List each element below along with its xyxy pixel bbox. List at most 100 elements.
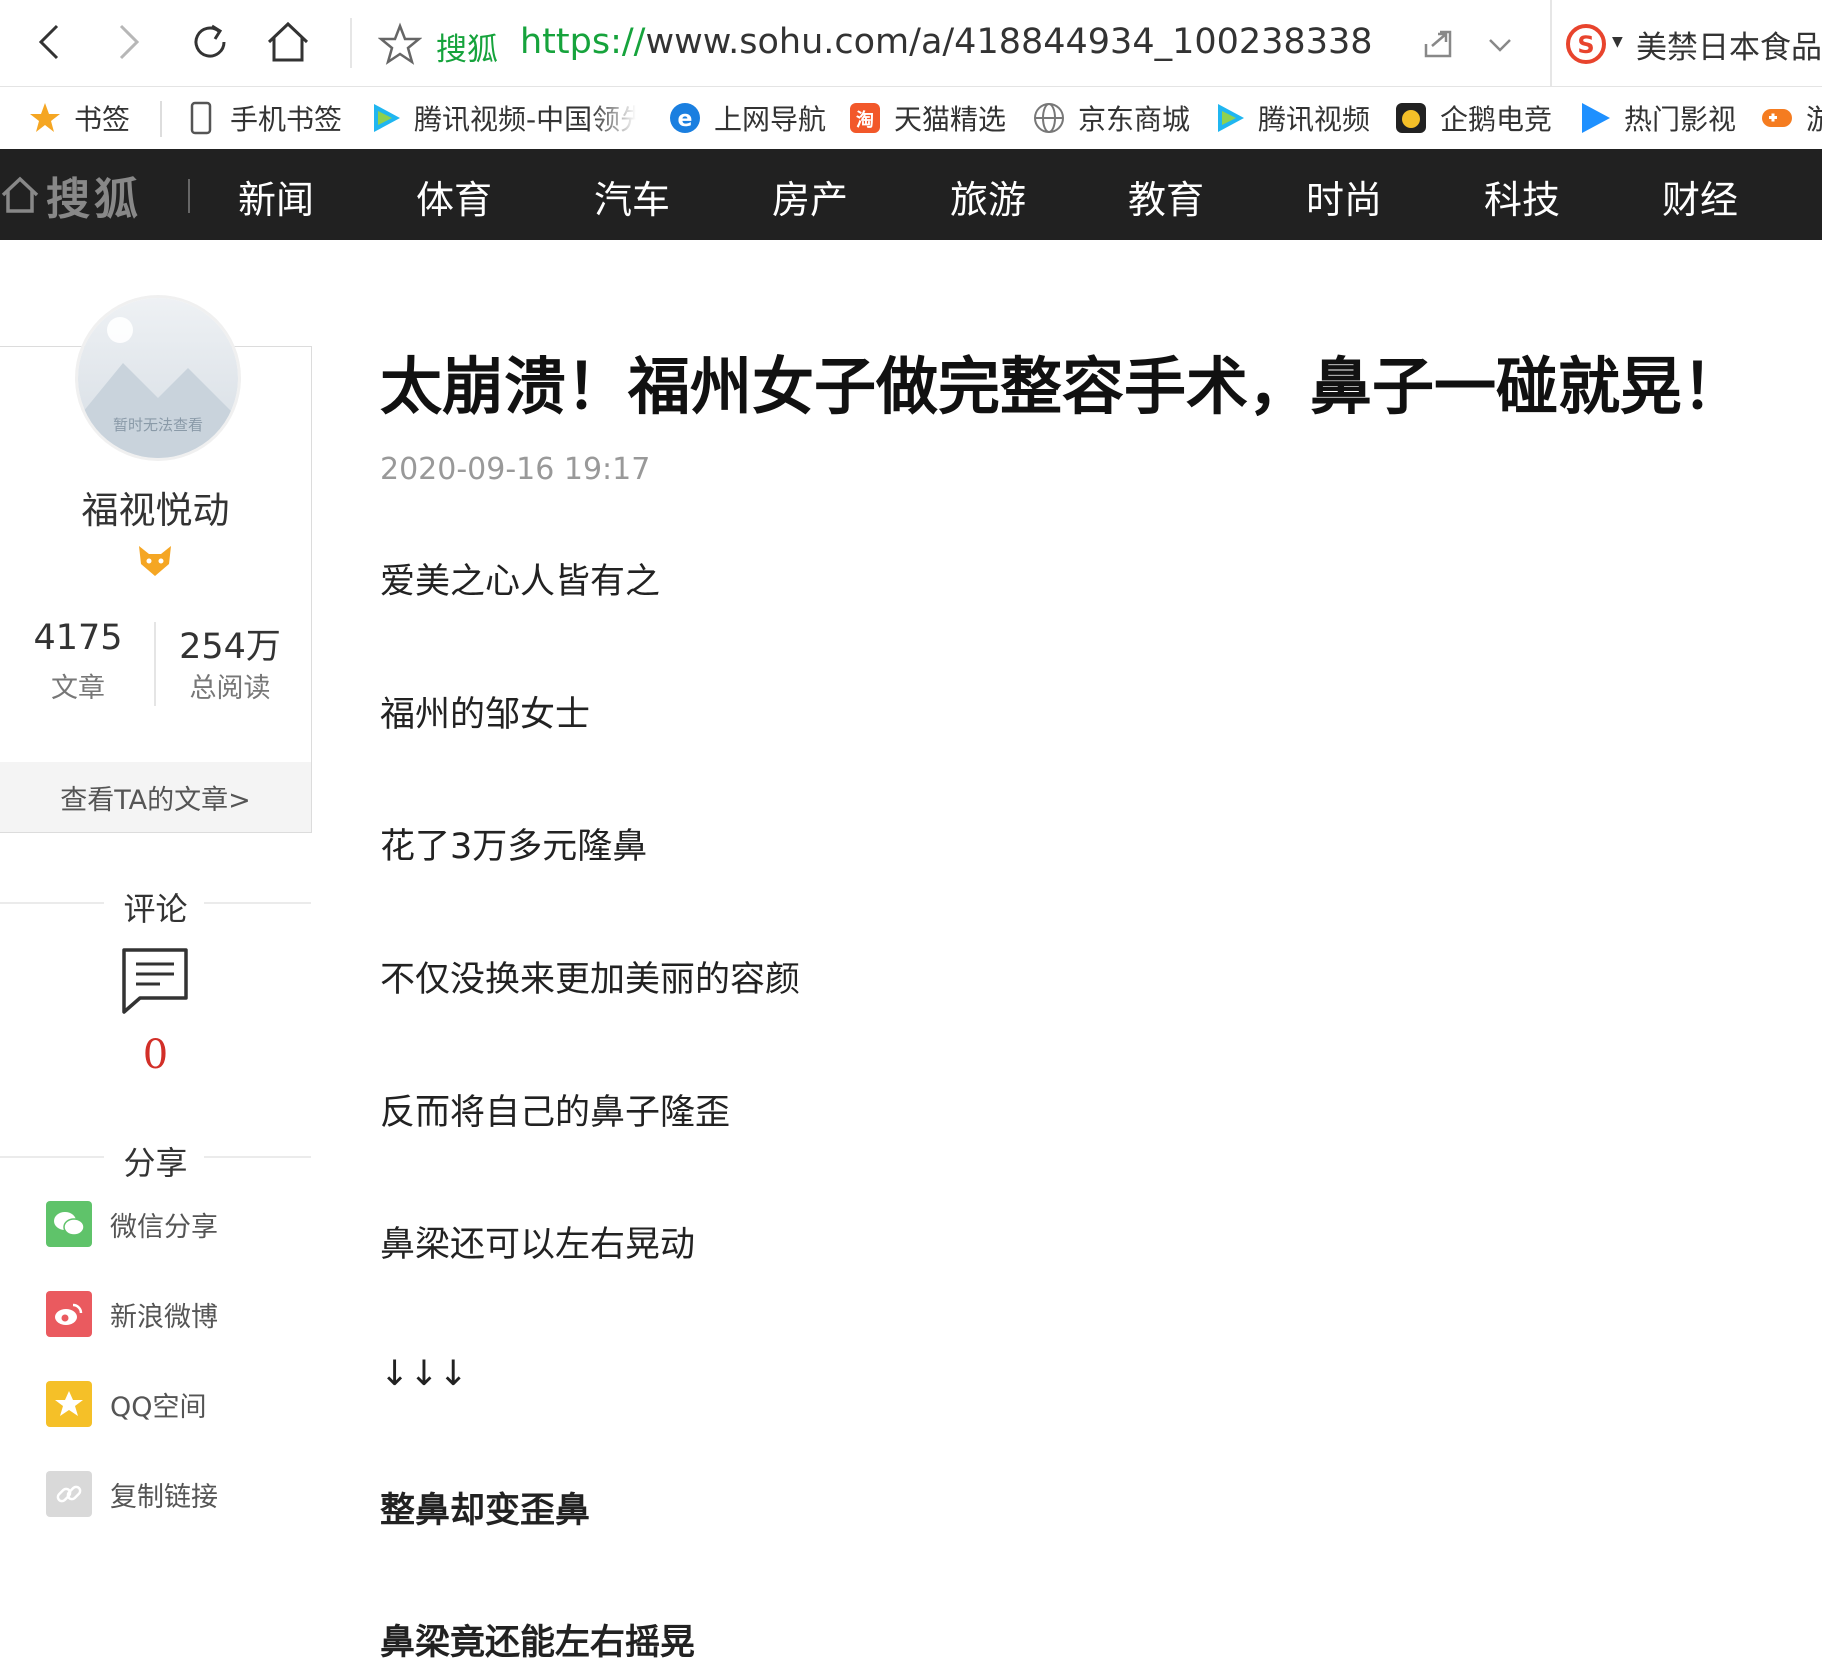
penguin-esports-icon	[1394, 101, 1428, 135]
article-paragraph-bold: 鼻梁竟还能左右摇晃	[380, 1623, 696, 1663]
reload-button[interactable]	[184, 16, 236, 68]
bookmark-item[interactable]: 腾讯视频	[1212, 97, 1370, 139]
nav-item-tech[interactable]: 科技	[1484, 169, 1560, 224]
nav-item-auto[interactable]: 汽车	[594, 169, 670, 224]
address-bar[interactable]: https://www.sohu.com/a/418844934_1002383…	[520, 22, 1373, 62]
bookmark-item[interactable]: e 上网导航	[668, 97, 826, 139]
view-author-articles-link[interactable]: 查看TA的文章>	[0, 762, 311, 833]
tencent-video-icon	[368, 101, 402, 135]
article-paragraph-bold: 整鼻却变歪鼻	[380, 1491, 591, 1531]
url-path: www.sohu.com/a/418844934_100238338	[645, 22, 1373, 62]
article-title: 太崩溃！福州女子做完整容手术，鼻子一碰就晃！	[380, 350, 1745, 423]
globe-icon	[1032, 101, 1066, 135]
bookmark-label: 书签	[74, 103, 131, 136]
back-arrow-icon	[38, 24, 59, 60]
site-name: 搜狐	[436, 32, 498, 68]
share-page-icon[interactable]	[1420, 26, 1456, 62]
nav-item-sports[interactable]: 体育	[416, 169, 492, 224]
nav-item-finance[interactable]: 财经	[1662, 169, 1738, 224]
nav-divider	[188, 179, 190, 213]
svg-text:e: e	[678, 107, 693, 132]
nav-item-fashion[interactable]: 时尚	[1306, 169, 1382, 224]
search-input[interactable]: 美禁日本食品进	[1636, 22, 1822, 67]
article-paragraph: 反而将自己的鼻子隆歪	[380, 1093, 731, 1133]
articles-count: 4175	[33, 618, 123, 658]
total-reads-count: 254万	[179, 627, 281, 667]
bookmark-item[interactable]: 书签	[28, 97, 130, 139]
bookmark-item[interactable]: 企鹅电竞	[1394, 97, 1552, 139]
bookmark-separator	[160, 101, 162, 137]
nav-item-travel[interactable]: 旅游	[950, 169, 1026, 224]
play-icon	[1578, 101, 1612, 135]
star-icon	[28, 101, 62, 135]
nav-item-news[interactable]: 新闻	[238, 169, 314, 224]
bookmark-label: 游	[1806, 103, 1822, 136]
reload-icon	[194, 24, 226, 58]
svg-text:S: S	[1577, 31, 1594, 59]
bookmark-star-icon[interactable]	[378, 22, 422, 66]
avatar-placeholder-text: 暂时无法查看	[113, 416, 203, 434]
article-paragraph: 不仅没换来更加美丽的容颜	[380, 960, 801, 1000]
taobao-icon: 淘	[848, 101, 882, 135]
bookmark-label: 天猫精选	[894, 103, 1007, 136]
bookmark-label: 上网导航	[714, 103, 827, 136]
article-paragraph: 鼻梁还可以左右晃动	[380, 1225, 696, 1265]
nav-item-realestate[interactable]: 房产	[772, 169, 848, 224]
qzone-icon	[46, 1381, 92, 1427]
home-icon	[1, 176, 39, 213]
toolbar-separator	[350, 18, 352, 68]
comments-title: 评论	[123, 890, 188, 928]
wechat-icon	[46, 1201, 92, 1247]
article-paragraph: 福州的邹女士	[380, 695, 591, 735]
article-paragraph: 花了3万多元隆鼻	[380, 827, 648, 867]
home-button[interactable]	[262, 16, 314, 68]
share-wechat-button[interactable]: 微信分享	[46, 1200, 218, 1248]
bookmark-item[interactable]: 腾讯视频-中国领先	[368, 97, 636, 139]
nav-item-education[interactable]: 教育	[1128, 169, 1204, 224]
stats-divider	[154, 622, 156, 706]
bookmark-label: 腾讯视频	[1258, 103, 1371, 136]
browser-toolbar: 搜狐 https://www.sohu.com/a/418844934_1002…	[0, 0, 1822, 87]
comment-icon[interactable]	[120, 946, 190, 1016]
share-title: 分享	[123, 1144, 188, 1182]
phone-icon	[184, 101, 218, 135]
author-name[interactable]: 福视悦动	[0, 480, 311, 534]
bookmarks-bar: 书签 手机书签 腾讯视频-中国领先 e 上网导航 淘 天猫精选 京东商城 腾讯视…	[0, 87, 1822, 149]
bookmark-item[interactable]: 热门影视	[1578, 97, 1736, 139]
bookmark-item[interactable]: 京东商城	[1032, 97, 1190, 139]
copy-link-button[interactable]: 复制链接	[46, 1470, 218, 1518]
sohu-logo-text: 搜狐	[46, 174, 142, 225]
share-label: QQ空间	[110, 1391, 207, 1423]
game-icon	[1760, 101, 1794, 135]
toolbar-separator	[1550, 0, 1552, 86]
article-paragraph: 爱美之心人皆有之	[380, 562, 661, 602]
ie-icon: e	[668, 101, 702, 135]
comment-count[interactable]: 0	[0, 1032, 311, 1078]
share-label: 微信分享	[110, 1211, 218, 1243]
sogou-search-icon[interactable]: S	[1564, 22, 1608, 66]
bookmark-item[interactable]: 手机书签	[184, 97, 342, 139]
share-label: 新浪微博	[110, 1301, 218, 1333]
bookmark-item[interactable]: 淘 天猫精选	[848, 97, 1006, 139]
back-button[interactable]	[22, 16, 74, 68]
svg-text:淘: 淘	[856, 109, 874, 131]
avatar[interactable]: 暂时无法查看	[78, 298, 238, 458]
bookmark-label: 企鹅电竞	[1440, 103, 1553, 136]
forward-button[interactable]	[104, 16, 156, 68]
share-weibo-button[interactable]: 新浪微博	[46, 1290, 218, 1338]
sohu-logo[interactable]: 搜狐	[0, 169, 142, 225]
article-paragraph: ↓↓↓	[380, 1354, 468, 1394]
bookmark-label: 腾讯视频-中国领先	[414, 103, 636, 136]
search-engine-dropdown-icon[interactable]: ▼	[1612, 34, 1623, 50]
articles-label: 文章	[51, 673, 105, 704]
tencent-video-icon	[1212, 101, 1246, 135]
bookmark-item[interactable]: 游	[1760, 97, 1822, 139]
sohu-nav-bar: 搜狐 新闻 体育 汽车 房产 旅游 教育 时尚 科技 财经	[0, 149, 1822, 240]
share-label: 复制链接	[110, 1481, 218, 1513]
bookmark-label: 热门影视	[1624, 103, 1737, 136]
chevron-down-icon[interactable]	[1484, 28, 1516, 60]
total-reads-label: 总阅读	[189, 673, 271, 704]
share-qzone-button[interactable]: QQ空间	[46, 1380, 207, 1428]
url-protocol: https://	[520, 22, 646, 62]
home-icon	[267, 21, 309, 62]
